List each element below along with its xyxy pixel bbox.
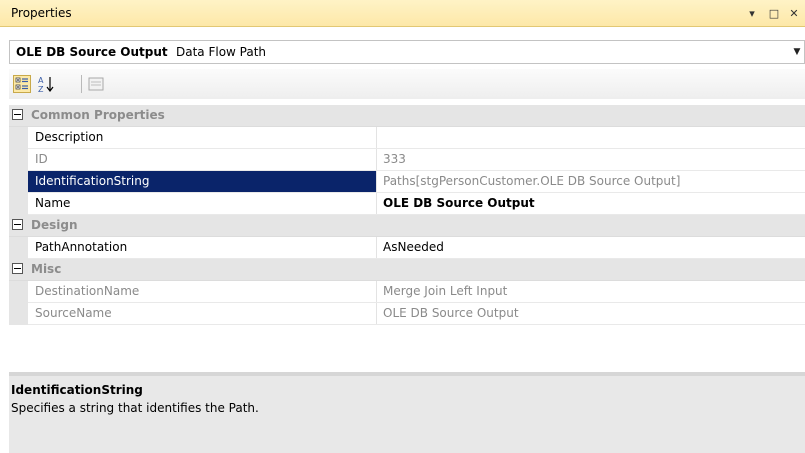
row-gutter	[9, 303, 28, 325]
properties-window: Properties ▾ □ ✕ OLE DB Source Output Da…	[0, 0, 805, 453]
collapse-icon[interactable]	[12, 219, 23, 230]
chevron-down-icon[interactable]: ▼	[790, 41, 804, 63]
property-value[interactable]	[377, 127, 805, 148]
property-row-destinationname[interactable]: DestinationName Merge Join Left Input	[9, 281, 805, 303]
category-label: Misc	[31, 262, 62, 276]
property-value[interactable]: AsNeeded	[377, 237, 805, 258]
object-selector-dropdown[interactable]: OLE DB Source Output Data Flow Path ▼	[9, 40, 805, 64]
property-row-sourcename[interactable]: SourceName OLE DB Source Output	[9, 303, 805, 325]
property-name[interactable]: Name	[28, 193, 377, 214]
row-gutter	[9, 171, 28, 193]
property-pages-icon[interactable]	[87, 75, 105, 93]
maximize-icon[interactable]: □	[766, 5, 782, 21]
property-name[interactable]: ID	[28, 149, 377, 170]
description-text: Specifies a string that identifies the P…	[11, 401, 259, 415]
row-gutter	[9, 149, 28, 171]
property-value[interactable]: Paths[stgPersonCustomer.OLE DB Source Ou…	[377, 171, 805, 192]
category-label: Common Properties	[31, 108, 165, 122]
toolbar-separator	[81, 75, 82, 93]
row-gutter	[9, 237, 28, 259]
alphabetical-icon[interactable]: A Z	[37, 75, 55, 93]
row-gutter	[9, 281, 28, 303]
selected-object-type: Data Flow Path	[176, 45, 267, 59]
window-title: Properties	[11, 6, 72, 20]
close-icon[interactable]: ✕	[786, 5, 802, 21]
category-misc[interactable]: Misc	[9, 259, 805, 281]
property-value[interactable]: OLE DB Source Output	[377, 193, 805, 214]
left-border	[0, 27, 9, 453]
window-position-dropdown-icon[interactable]: ▾	[744, 5, 760, 21]
property-row-name[interactable]: Name OLE DB Source Output	[9, 193, 805, 215]
property-name[interactable]: DestinationName	[28, 281, 377, 302]
property-row-id[interactable]: ID 333	[9, 149, 805, 171]
category-common-properties[interactable]: Common Properties	[9, 105, 805, 127]
property-row-description[interactable]: Description	[9, 127, 805, 149]
property-value[interactable]: 333	[377, 149, 805, 170]
property-row-pathannotation[interactable]: PathAnnotation AsNeeded	[9, 237, 805, 259]
property-name[interactable]: Description	[28, 127, 377, 148]
property-row-identificationstring[interactable]: IdentificationString Paths[stgPersonCust…	[9, 171, 805, 193]
property-name[interactable]: PathAnnotation	[28, 237, 377, 258]
collapse-icon[interactable]	[12, 263, 23, 274]
row-gutter	[9, 193, 28, 215]
properties-toolbar: A Z	[9, 69, 805, 99]
property-value[interactable]: Merge Join Left Input	[377, 281, 805, 302]
categorized-icon[interactable]	[13, 75, 31, 93]
selected-object-name: OLE DB Source Output	[16, 45, 168, 59]
property-grid: Common Properties Description ID 333 Ide…	[9, 105, 805, 325]
description-title: IdentificationString	[11, 383, 143, 397]
row-gutter	[9, 127, 28, 149]
description-pane: IdentificationString Specifies a string …	[9, 376, 805, 453]
category-label: Design	[31, 218, 78, 232]
property-name[interactable]: SourceName	[28, 303, 377, 324]
category-design[interactable]: Design	[9, 215, 805, 237]
property-value[interactable]: OLE DB Source Output	[377, 303, 805, 324]
property-name-selected[interactable]: IdentificationString	[28, 171, 377, 192]
collapse-icon[interactable]	[12, 109, 23, 120]
svg-text:A: A	[38, 76, 44, 85]
title-bar[interactable]: Properties ▾ □ ✕	[0, 0, 805, 27]
svg-text:Z: Z	[38, 85, 44, 93]
